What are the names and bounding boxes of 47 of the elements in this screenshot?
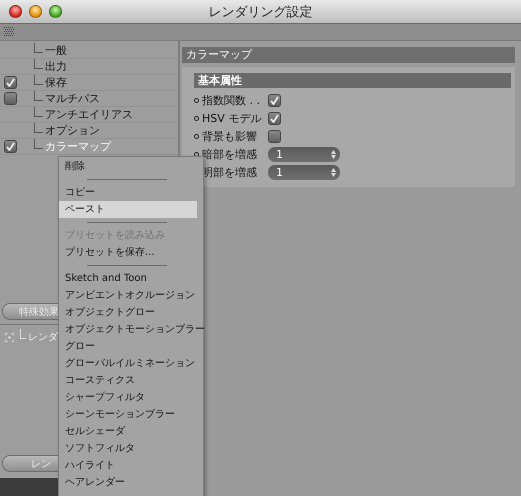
stepper-icon[interactable]	[331, 150, 336, 158]
menu-item[interactable]: シャープフィルタ	[59, 389, 197, 406]
checkbox[interactable]	[4, 140, 17, 153]
menu-item[interactable]: ハイライト	[59, 457, 197, 474]
tree-item[interactable]: 一般	[43, 43, 67, 58]
checkbox[interactable]	[268, 94, 281, 106]
panel-title: カラーマップ	[182, 47, 515, 63]
tree-item[interactable]: オプション	[43, 123, 100, 138]
field-label: 背景も影響	[202, 128, 258, 144]
menu-item[interactable]: ヘアレンダー	[59, 474, 197, 491]
number-field[interactable]: 1	[268, 164, 340, 180]
close-button[interactable]	[9, 5, 22, 18]
checkbox[interactable]	[4, 92, 17, 105]
dot-icon[interactable]	[194, 98, 199, 102]
number-field[interactable]: 1	[268, 146, 340, 162]
tree-item[interactable]: 保存	[43, 75, 67, 90]
menu-item[interactable]: プリセットを保存...	[59, 244, 197, 261]
tree-item[interactable]: マルチパス	[43, 91, 100, 106]
menu-item[interactable]: セルシェーダ	[59, 423, 197, 440]
checkbox[interactable]	[268, 130, 281, 142]
menu-item[interactable]: オブジェクトグロー	[59, 304, 197, 321]
dot-icon[interactable]	[194, 134, 199, 138]
minimize-button[interactable]	[29, 5, 42, 18]
menu-item[interactable]: ペースト	[59, 201, 197, 218]
field-label: HSV モデル	[202, 110, 262, 126]
menu-item[interactable]: グロー	[59, 338, 197, 355]
menu-item[interactable]: グローバルイルミネーション	[59, 355, 197, 372]
tree-item[interactable]: 出力	[43, 59, 67, 74]
zoom-button[interactable]	[49, 5, 62, 18]
menu-item[interactable]: コピー	[59, 184, 197, 201]
checkbox[interactable]	[4, 76, 17, 89]
menu-item[interactable]: オブジェクトモーションブラー	[59, 321, 205, 338]
menu-item[interactable]: アンビエントオクルージョン	[59, 287, 197, 304]
dot-icon[interactable]	[194, 116, 199, 120]
menu-item[interactable]: 削除	[59, 158, 197, 175]
frame-icon	[5, 332, 14, 342]
field-label: 暗部を増感	[202, 146, 258, 162]
menu-item[interactable]: Sketch and Toon	[59, 270, 197, 287]
menu-item[interactable]: ソフトフィルタ	[59, 440, 197, 457]
window-title: レンダリング設定	[208, 4, 312, 20]
section-header: 基本属性	[194, 73, 511, 88]
field-label: 指数関数 . .	[202, 92, 261, 108]
menu-item[interactable]: コースティクス	[59, 372, 197, 389]
menu-item[interactable]: シーンモーションブラー	[59, 406, 197, 423]
tree-item[interactable]: アンチエイリアス	[43, 107, 133, 122]
checkbox[interactable]	[268, 112, 281, 124]
stepper-icon[interactable]	[331, 168, 336, 176]
